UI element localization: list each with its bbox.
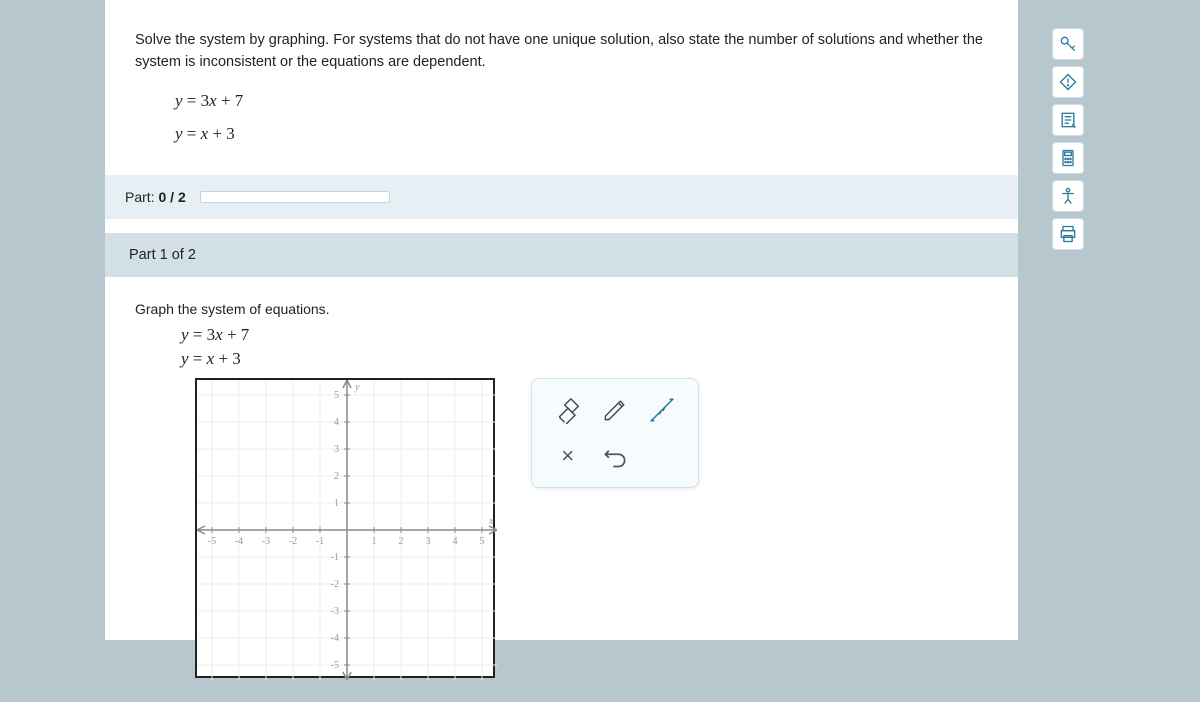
svg-text:4: 4 — [334, 417, 339, 428]
svg-text:-5: -5 — [331, 660, 339, 671]
print-button[interactable] — [1052, 218, 1084, 250]
calculator-button[interactable] — [1052, 142, 1084, 174]
part-content: Graph the system of equations. y = 3x + … — [105, 277, 1018, 702]
svg-text:3: 3 — [334, 444, 339, 455]
hint-button[interactable] — [1052, 66, 1084, 98]
notes-button[interactable] — [1052, 104, 1084, 136]
svg-text:-4: -4 — [331, 633, 339, 644]
y-axis-label: y — [354, 382, 360, 393]
part-title: Part 1 of 2 — [129, 247, 196, 263]
svg-text:-3: -3 — [331, 606, 339, 617]
part-equation-2: y = x + 3 — [181, 347, 988, 372]
svg-text:-3: -3 — [262, 536, 270, 547]
part-progress-label: Part: 0 / 2 — [125, 189, 186, 205]
side-toolbar — [1051, 28, 1085, 250]
pencil-tool[interactable] — [598, 393, 632, 427]
svg-text:-2: -2 — [289, 536, 297, 547]
svg-text:1: 1 — [372, 536, 377, 547]
key-button[interactable] — [1052, 28, 1084, 60]
svg-text:2: 2 — [399, 536, 404, 547]
svg-text:2: 2 — [334, 471, 339, 482]
part-title-bar: Part 1 of 2 — [105, 233, 1018, 277]
coordinate-graph[interactable]: -5 -4 -3 -2 -1 1 2 3 4 5 5 4 3 2 1 -1 -2 -3 -4 -5 y x — [195, 378, 495, 678]
clear-button[interactable]: × — [551, 439, 585, 473]
svg-text:5: 5 — [334, 390, 339, 401]
eraser-tool[interactable] — [551, 393, 585, 427]
svg-text:1: 1 — [334, 498, 339, 509]
undo-button[interactable] — [598, 439, 632, 473]
svg-text:3: 3 — [426, 536, 431, 547]
svg-text:4: 4 — [453, 536, 458, 547]
problem-equations: y = 3x + 7 y = x + 3 — [175, 88, 988, 147]
svg-text:-4: -4 — [235, 536, 243, 547]
svg-text:-2: -2 — [331, 579, 339, 590]
main-content: Solve the system by graphing. For system… — [105, 0, 1018, 640]
x-axis-label: x — [488, 516, 494, 527]
progress-bar — [200, 191, 390, 203]
problem-statement: Solve the system by graphing. For system… — [135, 30, 988, 74]
svg-text:-5: -5 — [208, 536, 216, 547]
svg-text:5: 5 — [480, 536, 485, 547]
part-instruction: Graph the system of equations. — [135, 301, 988, 317]
line-tool[interactable] — [645, 393, 679, 427]
accessibility-button[interactable] — [1052, 180, 1084, 212]
problem-equation-2: y = x + 3 — [175, 121, 988, 147]
graph-tool-panel: × — [531, 378, 699, 488]
part-equations: y = 3x + 7 y = x + 3 — [181, 323, 988, 372]
part-equation-1: y = 3x + 7 — [181, 323, 988, 348]
svg-text:-1: -1 — [331, 552, 339, 563]
part-progress-header: Part: 0 / 2 — [105, 175, 1018, 219]
svg-text:-1: -1 — [316, 536, 324, 547]
problem-equation-1: y = 3x + 7 — [175, 88, 988, 114]
problem-statement-block: Solve the system by graphing. For system… — [105, 0, 1018, 175]
